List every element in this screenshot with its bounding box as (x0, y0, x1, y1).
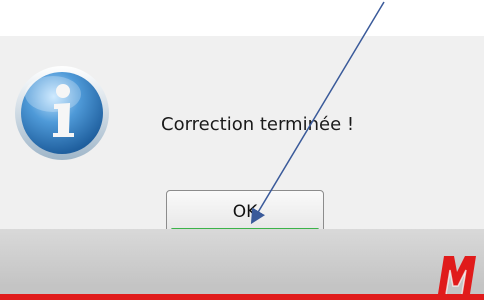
brand-logo-icon (438, 256, 476, 295)
top-band (0, 0, 484, 36)
screenshot: Correction terminée ! OK (0, 0, 484, 300)
dialog-message: Correction terminée ! (161, 114, 355, 135)
information-icon (15, 66, 109, 160)
footer-accent-line (0, 294, 484, 300)
footer-bar (0, 229, 484, 300)
ok-button[interactable]: OK (166, 190, 324, 234)
ok-button-label: OK (232, 202, 258, 222)
